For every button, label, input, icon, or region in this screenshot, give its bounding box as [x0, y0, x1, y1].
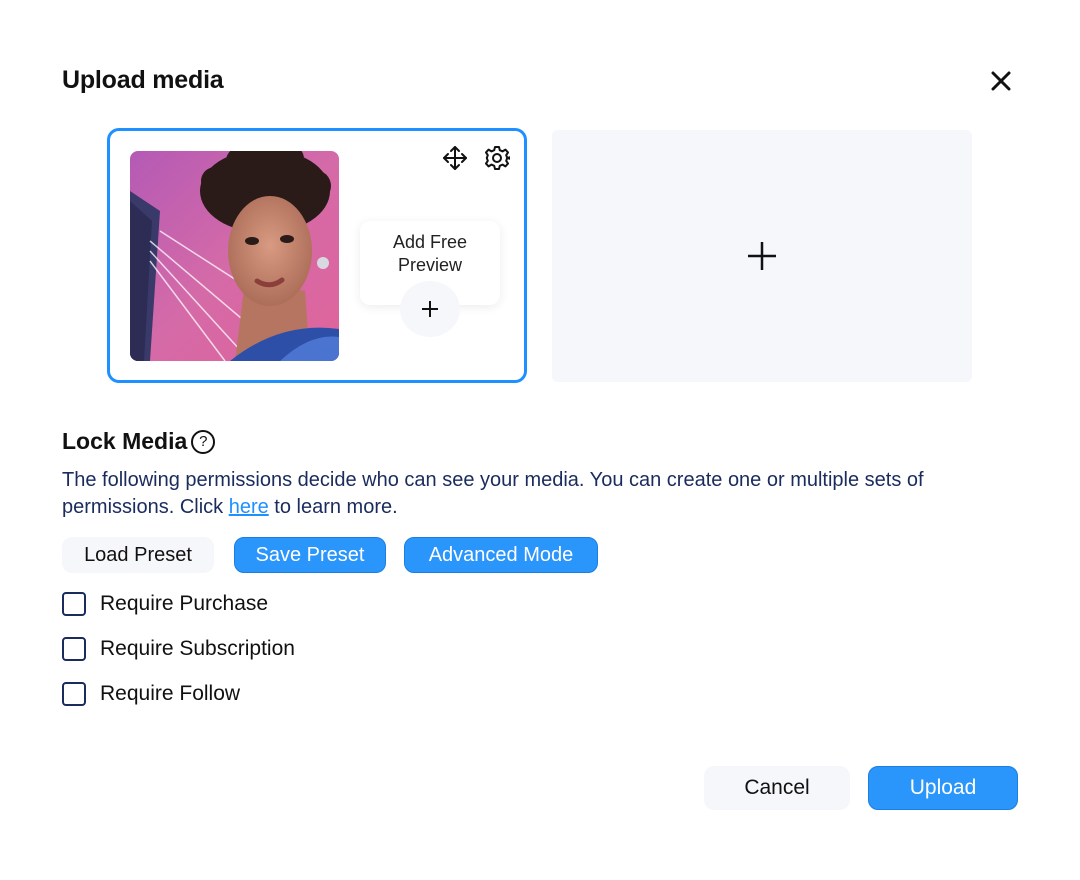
learn-more-link[interactable]: here [229, 496, 269, 518]
permissions-description: The following permissions decide who can… [62, 467, 1022, 521]
free-preview-label: Add Free Preview [392, 232, 468, 275]
description-text: The following permissions decide who can… [62, 469, 924, 518]
dialog-title: Upload media [62, 66, 224, 94]
permission-require-subscription[interactable]: Require Subscription [62, 637, 295, 661]
checkbox[interactable] [62, 637, 86, 661]
upload-button[interactable]: Upload [868, 766, 1018, 810]
permission-require-follow[interactable]: Require Follow [62, 682, 240, 706]
advanced-mode-button[interactable]: Advanced Mode [404, 537, 598, 573]
permission-label: Require Subscription [100, 637, 295, 660]
checkbox[interactable] [62, 682, 86, 706]
load-preset-button[interactable]: Load Preset [62, 537, 214, 573]
lock-media-title: Lock Media [62, 428, 188, 454]
checkbox[interactable] [62, 592, 86, 616]
permission-label: Require Follow [100, 682, 241, 705]
plus-icon [748, 242, 776, 270]
lock-media-heading: Lock Media ? [62, 428, 216, 455]
save-preset-button[interactable]: Save Preset [234, 537, 386, 573]
description-text-end: to learn more. [268, 496, 398, 518]
cancel-button[interactable]: Cancel [704, 766, 850, 810]
media-thumbnail[interactable] [130, 151, 339, 361]
upload-media-dialog: Upload media Add Free Preview Lock Media… [0, 0, 1080, 880]
permission-label: Require Purchase [100, 592, 269, 615]
media-card[interactable]: Add Free Preview [107, 128, 527, 383]
plus-icon[interactable] [400, 281, 460, 337]
move-icon[interactable] [440, 143, 470, 173]
gear-icon[interactable] [482, 143, 512, 173]
help-icon[interactable]: ? [191, 429, 216, 454]
close-icon[interactable] [986, 66, 1016, 96]
permission-require-purchase[interactable]: Require Purchase [62, 592, 268, 616]
add-media-tile[interactable] [552, 130, 972, 382]
